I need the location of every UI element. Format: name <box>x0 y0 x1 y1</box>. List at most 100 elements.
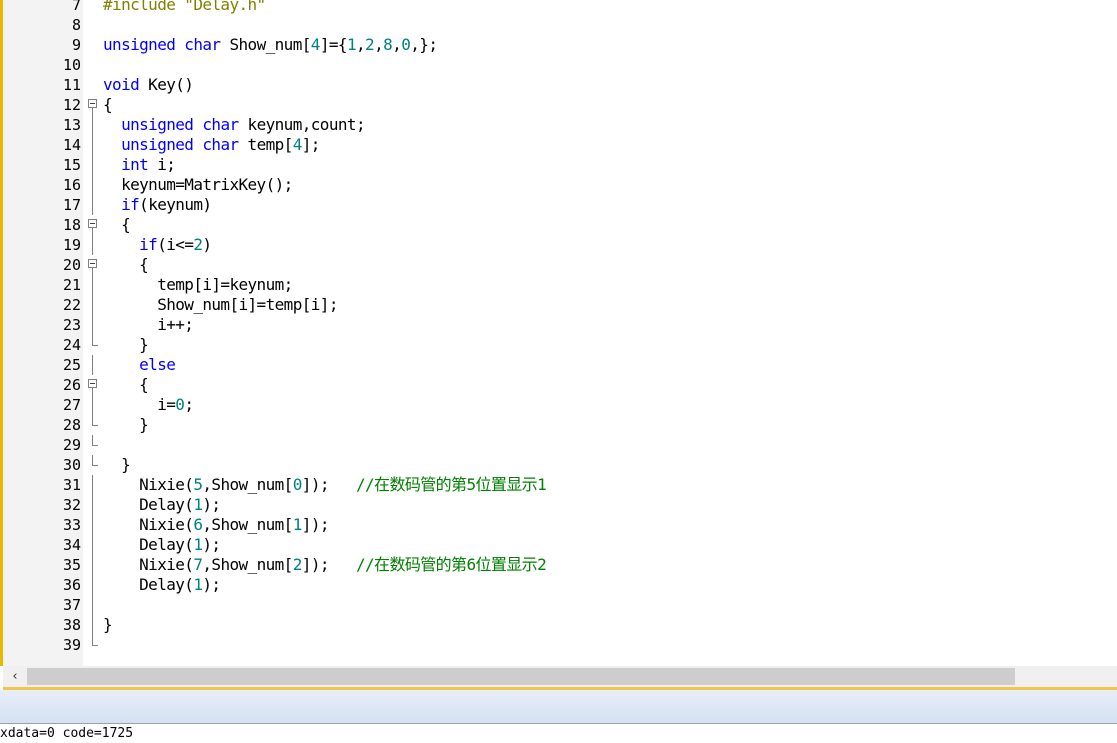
code-line[interactable]: 18 { <box>3 215 1117 235</box>
line-number: 18 <box>62 216 81 234</box>
fold-collapse-icon[interactable] <box>87 375 101 395</box>
code-line[interactable]: 28 } <box>3 415 1117 435</box>
code-text[interactable]: else <box>103 355 176 375</box>
code-text[interactable]: if(i<=2) <box>103 235 212 255</box>
code-token: ]); <box>301 515 330 534</box>
code-token: } <box>103 455 131 474</box>
fold-guide-line <box>87 475 101 495</box>
code-line[interactable]: 25 else <box>3 355 1117 375</box>
code-line[interactable]: 24 } <box>3 335 1117 355</box>
line-number: 30 <box>62 456 81 474</box>
fold-collapse-icon[interactable] <box>87 215 101 235</box>
fold-guide-line <box>87 315 101 335</box>
code-text[interactable]: unsigned char temp[4]; <box>103 135 320 155</box>
code-text[interactable]: Show_num[i]=temp[i]; <box>103 295 338 315</box>
line-number: 24 <box>62 336 81 354</box>
code-line[interactable]: 7 #include "Delay.h" <box>3 0 1117 15</box>
output-panel-header <box>0 690 1117 724</box>
code-line[interactable]: 27 i=0; <box>3 395 1117 415</box>
code-text[interactable]: Delay(1); <box>103 495 221 515</box>
code-line[interactable]: 39 <box>3 635 1117 655</box>
code-line[interactable]: 8 <box>3 15 1117 35</box>
line-number: 35 <box>62 556 81 574</box>
fold-end-marker <box>87 435 101 455</box>
fold-collapse-icon[interactable] <box>87 95 101 115</box>
code-line[interactable]: 11 void Key() <box>3 75 1117 95</box>
code-text[interactable]: { <box>103 255 149 275</box>
code-text[interactable]: { <box>103 95 113 115</box>
horizontal-scrollbar[interactable]: ‹ <box>3 666 1117 690</box>
code-line[interactable]: 31 Nixie(5,Show_num[0]); //在数码管的第5位置显示1 <box>3 475 1117 495</box>
scrollbar-thumb[interactable] <box>27 668 1015 685</box>
code-line[interactable]: 15 int i; <box>3 155 1117 175</box>
build-output: xdata=0 code=1725 <box>0 724 1117 743</box>
fold-guide-line <box>87 615 101 635</box>
code-text[interactable]: keynum=MatrixKey(); <box>103 175 293 195</box>
code-text[interactable]: Nixie(7,Show_num[2]); //在数码管的第6位置显示2 <box>103 555 547 575</box>
code-token: #include "Delay.h" <box>103 0 266 14</box>
line-number: 23 <box>62 316 81 334</box>
code-token: , <box>392 35 402 54</box>
code-line[interactable]: 29 <box>3 435 1117 455</box>
code-text[interactable]: i=0; <box>103 395 194 415</box>
code-line[interactable]: 32 Delay(1); <box>3 495 1117 515</box>
code-text[interactable]: } <box>103 415 149 435</box>
code-line[interactable]: 12 { <box>3 95 1117 115</box>
code-line[interactable]: 34 Delay(1); <box>3 535 1117 555</box>
scroll-left-icon[interactable]: ‹ <box>7 669 23 685</box>
line-number: 15 <box>62 156 81 174</box>
code-line[interactable]: 22 Show_num[i]=temp[i]; <box>3 295 1117 315</box>
code-token: ; <box>184 395 194 414</box>
code-token: 4 <box>292 135 303 154</box>
line-number: 7 <box>71 0 81 14</box>
code-line[interactable]: 26 { <box>3 375 1117 395</box>
code-token: 0 <box>175 395 185 414</box>
code-text[interactable]: i++; <box>103 315 194 335</box>
code-token: } <box>103 415 149 434</box>
code-token: Nixie( <box>103 515 194 534</box>
code-token: keynum=MatrixKey(); <box>103 175 293 194</box>
code-token: ); <box>202 575 221 594</box>
code-editor[interactable]: 7 #include "Delay.h" 8 9 unsigned char Show_… <box>0 0 1117 666</box>
fold-collapse-icon[interactable] <box>87 255 101 275</box>
code-token: { <box>103 95 113 114</box>
code-text[interactable]: Nixie(6,Show_num[1]); <box>103 515 329 535</box>
code-line[interactable]: 16 keynum=MatrixKey(); <box>3 175 1117 195</box>
code-line[interactable]: 36 Delay(1); <box>3 575 1117 595</box>
line-number: 38 <box>62 616 81 634</box>
code-text[interactable]: #include "Delay.h" <box>103 0 266 15</box>
code-line[interactable]: 33 Nixie(6,Show_num[1]); <box>3 515 1117 535</box>
code-text[interactable]: } <box>103 455 131 475</box>
code-line[interactable]: 20 { <box>3 255 1117 275</box>
code-line[interactable]: 37 <box>3 595 1117 615</box>
code-text[interactable]: unsigned char keynum,count; <box>103 115 366 135</box>
code-line[interactable]: 35 Nixie(7,Show_num[2]); //在数码管的第6位置显示2 <box>3 555 1117 575</box>
code-text[interactable]: Delay(1); <box>103 575 221 595</box>
code-line[interactable]: 21 temp[i]=keynum; <box>3 275 1117 295</box>
code-text[interactable]: temp[i]=keynum; <box>103 275 293 295</box>
code-text[interactable]: Delay(1); <box>103 535 221 555</box>
code-text[interactable]: if(keynum) <box>103 195 212 215</box>
code-line[interactable]: 13 unsigned char keynum,count; <box>3 115 1117 135</box>
code-line[interactable]: 23 i++; <box>3 315 1117 335</box>
code-line[interactable]: 38} <box>3 615 1117 635</box>
code-line[interactable]: 14 unsigned char temp[4]; <box>3 135 1117 155</box>
code-text[interactable]: } <box>103 615 113 635</box>
code-text[interactable]: unsigned char Show_num[4]={1,2,8,0,}; <box>103 35 438 55</box>
code-text[interactable]: { <box>103 375 149 395</box>
line-number: 37 <box>62 596 81 614</box>
fold-guide-line <box>87 135 101 155</box>
code-line[interactable]: 17 if(keynum) <box>3 195 1117 215</box>
code-line[interactable]: 10 <box>3 55 1117 75</box>
code-text[interactable]: } <box>103 335 149 355</box>
code-text[interactable]: Nixie(5,Show_num[0]); //在数码管的第5位置显示1 <box>103 475 547 495</box>
code-text[interactable]: int i; <box>103 155 176 175</box>
code-text[interactable]: void Key() <box>103 75 194 95</box>
code-line[interactable]: 30 } <box>3 455 1117 475</box>
code-token: ); <box>202 495 221 514</box>
fold-end-marker <box>87 415 101 435</box>
code-text[interactable]: { <box>103 215 131 235</box>
code-line[interactable]: 9 unsigned char Show_num[4]={1,2,8,0,}; <box>3 35 1117 55</box>
code-line[interactable]: 19 if(i<=2) <box>3 235 1117 255</box>
code-token: ,Show_num[ <box>202 555 293 574</box>
